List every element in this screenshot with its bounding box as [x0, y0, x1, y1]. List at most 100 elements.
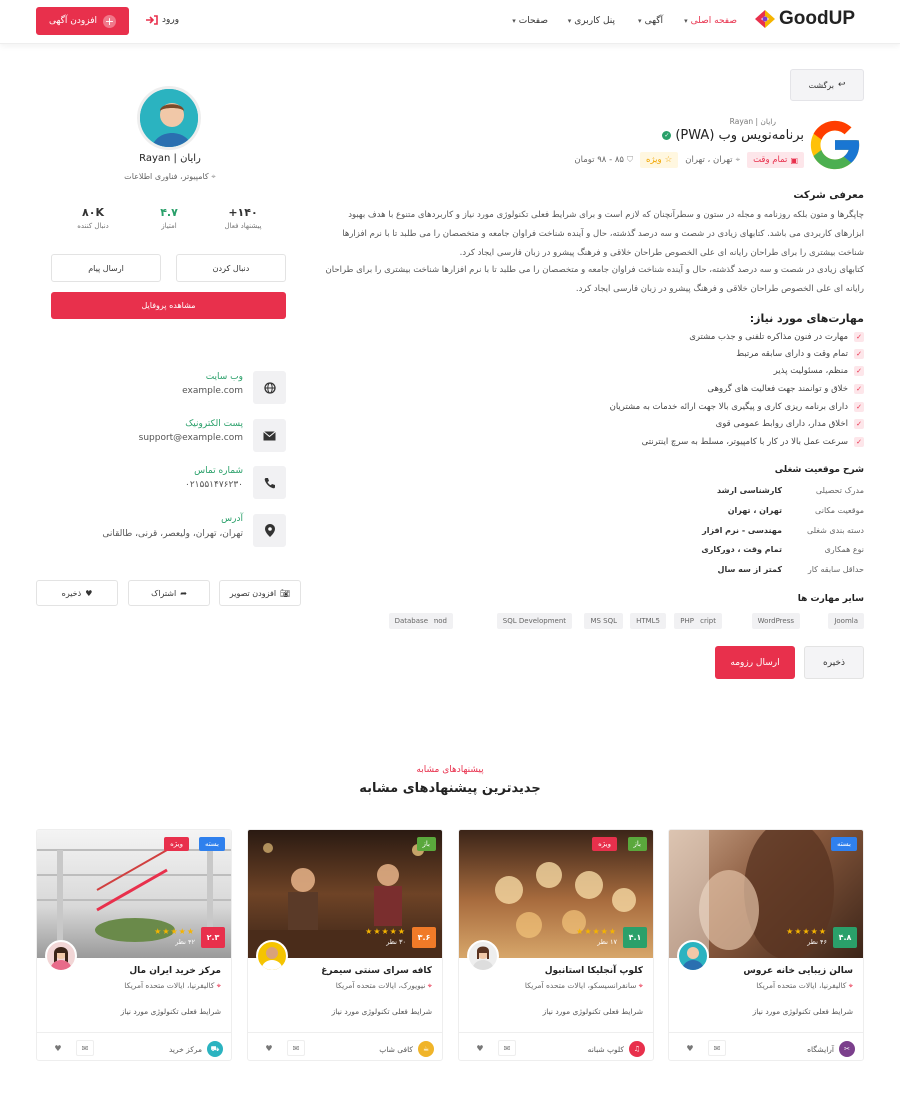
heart-icon[interactable]: ♥: [681, 1040, 699, 1056]
add-photo-button[interactable]: 📷︎ افزودن تصویر: [219, 580, 301, 606]
about-paragraph-1: چاپگرها و متون بلکه روزنامه و مجله در ست…: [342, 210, 864, 258]
listing-title[interactable]: سالن زیبایی خانه عروس: [743, 966, 853, 976]
brand-logo[interactable]: GoodUP: [753, 8, 855, 30]
featured-badge: ویژه: [592, 837, 617, 851]
stat-value: ۸۰K: [82, 206, 104, 219]
heart-icon[interactable]: ♥: [49, 1040, 67, 1056]
skill-text: خلاق و توانمند جهت فعالیت های گروهی: [707, 384, 848, 394]
nav-home[interactable]: صفحه اصلی ▾: [684, 16, 737, 26]
skill-text: دارای برنامه ریزی کاری و پیگیری بالا جهت…: [609, 402, 848, 412]
listing-card[interactable]: باز ویژه ۴.۱ ★★★★★ ۱۷ نظر کلوپ آنجلیکا ا…: [458, 829, 654, 1061]
listing-card[interactable]: بسته ویژه ۲.۳ ★★★★★ ۴۲ نظر مرکز خرید ایر…: [36, 829, 232, 1061]
save-job-button[interactable]: ذخیره: [804, 646, 864, 679]
skill-text: مهارت در فنون مذاکره تلفنی و جذب مشتری: [689, 332, 848, 342]
job-type-label: تمام وقت: [753, 155, 788, 165]
chevron-down-icon: ▾: [684, 17, 688, 25]
star-icon: ☆: [664, 155, 673, 165]
listing-location: ⌖ سانفرانسیسکو، ایالات متحده آمریکا: [525, 981, 643, 991]
listing-card[interactable]: بسته ۴.۸ ★★★★★ ۴۶ نظر سالن زیبایی خانه ع…: [668, 829, 864, 1061]
stat-value: +۱۴۰: [228, 206, 258, 219]
contact-value[interactable]: example.com: [182, 386, 243, 396]
owner-avatar: [677, 940, 709, 972]
stat-label: پیشنهاد فعال: [224, 222, 262, 230]
google-logo-icon: [810, 120, 860, 170]
stars-icon: ★★★★★: [365, 927, 406, 936]
add-listing-label: افزودن آگهی: [48, 16, 98, 26]
listing-desc: شرایط فعلی تکنولوژی مورد نیاز: [120, 1007, 221, 1016]
listing-category[interactable]: ♫ کلوپ شبانه: [588, 1041, 645, 1057]
listing-category[interactable]: ⛟ مرکز خرید: [169, 1041, 223, 1057]
skill-tag[interactable]: HTML5: [630, 613, 666, 629]
login-link[interactable]: ورود: [146, 15, 179, 25]
listing-category[interactable]: ✂ آرایشگاه: [807, 1041, 855, 1057]
skill-item: ✓ خلاق و توانمند جهت فعالیت های گروهی: [707, 384, 864, 394]
skill-tag[interactable]: SQL Development: [496, 613, 572, 629]
listing-title[interactable]: مرکز خرید ایران مال: [129, 966, 221, 976]
skill-item: ✓ اخلاق مدار، دارای روابط عمومی قوی: [716, 419, 864, 429]
globe-icon: [253, 371, 286, 404]
back-button[interactable]: ↩ برگشت: [790, 69, 864, 101]
job-salary: ⛉ ۸۵ - ۹۸ تومان: [574, 155, 633, 165]
listing-desc: شرایط فعلی تکنولوژی مورد نیاز: [331, 1007, 432, 1016]
mail-icon[interactable]: ✉: [76, 1040, 94, 1056]
verified-check-icon: ✓: [662, 131, 672, 140]
mail-icon[interactable]: ✉: [498, 1040, 516, 1056]
position-value: تمام وقت ، دورکاری: [701, 545, 782, 554]
category-icon: ♫: [629, 1041, 645, 1057]
contact-value[interactable]: support@example.com: [139, 433, 243, 443]
heart-icon[interactable]: ♥: [471, 1040, 489, 1056]
job-salary-text: ۸۵ - ۹۸ تومان: [574, 155, 624, 165]
status-badge: باز: [416, 837, 436, 851]
share-arrow-icon: ➦: [180, 588, 187, 598]
review-count: ۱۷ نظر: [597, 938, 617, 946]
nav-pages[interactable]: صفحات ▾: [512, 16, 548, 26]
sign-in-icon: [146, 15, 158, 25]
skill-item: ✓ دارای برنامه ریزی کاری و پیگیری بالا جه…: [610, 402, 864, 412]
skill-tag[interactable]: MS SQL: [584, 613, 623, 629]
view-profile-button[interactable]: مشاهده پروفایل: [51, 292, 286, 319]
map-pin-icon: ⌖: [425, 981, 432, 990]
listing-category[interactable]: ☕︎ کافی شاپ: [379, 1041, 434, 1057]
profile-name: رایان | Rayan: [139, 153, 201, 164]
contact-label: آدرس: [221, 514, 243, 524]
contact-value[interactable]: ۰۲۱۵۵۱۴۷۶۲۳۰: [185, 480, 243, 490]
skill-tag[interactable]: Joomla: [828, 613, 864, 629]
nav-listings[interactable]: آگهی ▾: [638, 16, 663, 26]
stars-icon: ★★★★★: [576, 927, 617, 936]
person-avatar-icon: [140, 89, 198, 147]
share-button[interactable]: ➦ اشتراک: [128, 580, 210, 606]
listing-title[interactable]: کافه سرای سنتی سیمرغ: [321, 966, 432, 976]
save-listing-button[interactable]: ♥ ذخیره: [36, 580, 118, 606]
listing-card[interactable]: باز ۳.۶ ★★★★★ ۳۰ نظر کافه سرای سنتی سیمر…: [247, 829, 443, 1061]
profile-avatar: [137, 86, 201, 150]
send-resume-button[interactable]: ارسال رزومه: [715, 646, 795, 679]
mail-icon[interactable]: ✉: [708, 1040, 726, 1056]
category-label: کافی شاپ: [379, 1044, 413, 1054]
skill-text: تمام وقت و دارای سابقه مرتبط: [736, 349, 848, 359]
contact-label: پست الکترونیک: [185, 419, 243, 429]
skill-tag[interactable]: WordPress: [751, 613, 800, 629]
nav-home-label: صفحه اصلی: [690, 16, 737, 26]
nav-user-panel[interactable]: پنل کاربری ▾: [568, 16, 615, 26]
card-footer: ♫ کلوپ شبانه ✉ ♥: [459, 1032, 653, 1060]
category-icon: ☕︎: [418, 1041, 434, 1057]
status-badge: باز: [627, 837, 647, 851]
skill-tag[interactable]: PHP: [674, 613, 700, 629]
briefcase-icon: ▣: [790, 155, 798, 165]
stat-label: دنبال کننده: [77, 222, 109, 230]
mail-icon[interactable]: ✉: [287, 1040, 305, 1056]
listing-location-text: سانفرانسیسکو، ایالات متحده آمریکا: [524, 981, 637, 990]
listing-location-text: کالیفرنیا، ایالات متحده آمریکا: [756, 981, 847, 990]
add-listing-button[interactable]: + افزودن آگهی: [36, 7, 129, 35]
other-skills-heading: سایر مهارت ها: [797, 594, 864, 604]
brand-name: GoodUP: [779, 8, 855, 29]
profile-category: ⌖ کامپیوتر، فناوری اطلاعات: [60, 172, 280, 182]
send-message-button[interactable]: ارسال پیام: [51, 254, 161, 282]
skill-item: ✓ تمام وقت و دارای سابقه مرتبط: [736, 349, 864, 359]
listing-title[interactable]: کلوپ آنجلیکا استانبول: [545, 966, 643, 976]
follow-button[interactable]: دنبال کردن: [176, 254, 286, 282]
skill-tag[interactable]: Database: [388, 613, 434, 629]
category-label: آرایشگاه: [807, 1044, 834, 1054]
heart-icon[interactable]: ♥: [260, 1040, 278, 1056]
listing-location: ⌖ کالیفرنیا، ایالات متحده آمریکا: [756, 981, 853, 991]
